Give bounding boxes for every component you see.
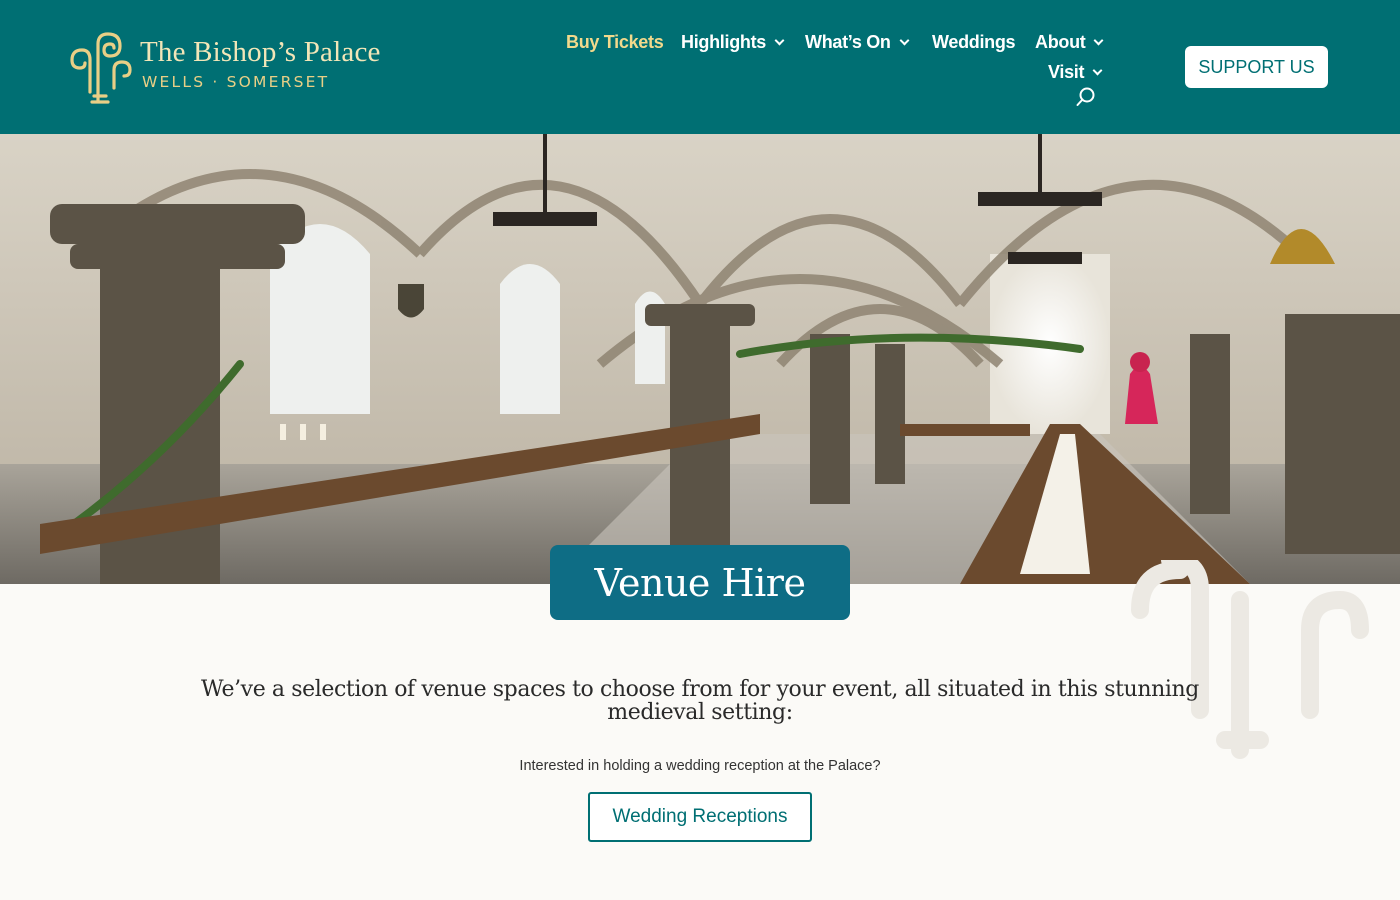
nav-highlights[interactable]: Highlights [681,32,785,53]
wedding-receptions-button[interactable]: Wedding Receptions [588,792,812,842]
chevron-down-icon [1092,65,1103,76]
nav-weddings-label: Weddings [932,32,1016,52]
site-logo[interactable]: The Bishop’s Palace WELLS · SOMERSET [68,30,380,106]
support-us-button[interactable]: SUPPORT US [1185,46,1328,88]
nav-visit[interactable]: Visit [1048,62,1103,83]
crozier-logo-icon [70,32,132,104]
chevron-down-icon [774,35,785,46]
watermark-logo-icon [1131,560,1369,759]
site-header: The Bishop’s Palace WELLS · SOMERSET Buy… [0,0,1400,134]
nav-buy-tickets[interactable]: Buy Tickets [566,32,664,53]
nav-visit-label: Visit [1048,62,1085,82]
wedding-question: Interested in holding a wedding receptio… [519,758,881,774]
nav-whats-on[interactable]: What’s On [805,32,910,53]
nav-about[interactable]: About [1035,32,1104,53]
nav-buy-tickets-label: Buy Tickets [566,32,664,52]
chevron-down-icon [1094,35,1104,46]
logo-subtitle: WELLS · SOMERSET [142,73,330,91]
nav-about-label: About [1035,32,1086,52]
undercroft-photo [0,134,1400,584]
page-title-box: Venue Hire [550,545,850,620]
nav-whats-on-label: What’s On [805,32,891,52]
chevron-down-icon [899,35,910,46]
logo-title: The Bishop’s Palace [140,36,381,68]
intro-text: We’ve a selection of venue spaces to cho… [201,677,1199,725]
page-title: Venue Hire [594,560,806,605]
nav-highlights-label: Highlights [681,32,766,52]
nav-weddings[interactable]: Weddings [932,32,1016,53]
hero-image [0,134,1400,584]
search-icon[interactable] [1075,86,1097,108]
